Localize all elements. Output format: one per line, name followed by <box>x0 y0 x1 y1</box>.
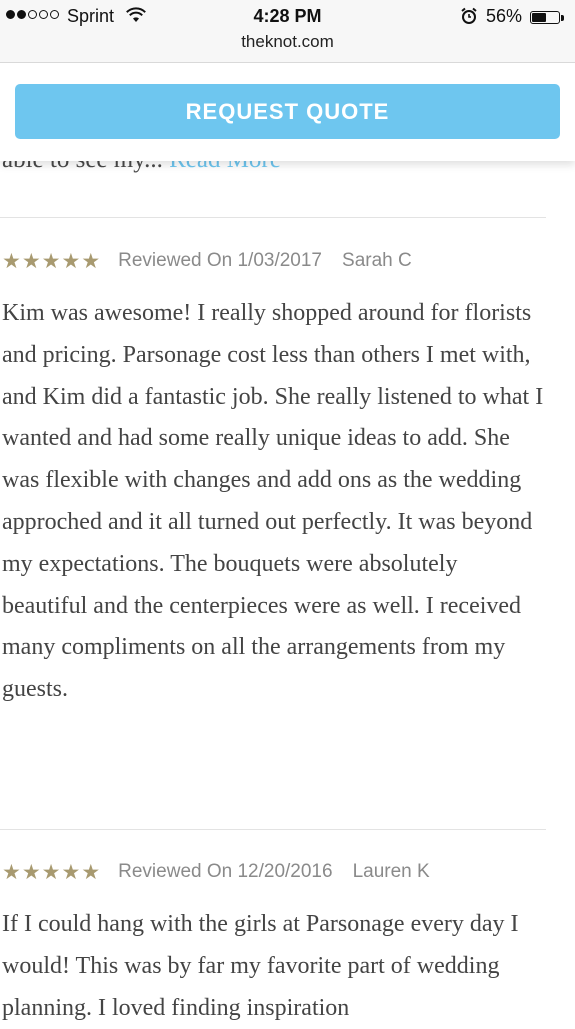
request-quote-button[interactable]: REQUEST QUOTE <box>15 84 560 139</box>
star-rating: ★ ★ ★ ★ ★ <box>2 860 100 885</box>
star-icon: ★ <box>21 249 41 273</box>
star-icon: ★ <box>41 860 61 884</box>
review-author: Sarah C <box>342 250 412 271</box>
review-text: If I could hang with the girls at Parson… <box>2 911 519 1021</box>
review-text: Kim was awesome! I really shopped around… <box>2 300 544 703</box>
sticky-cta-bar: REQUEST QUOTE <box>0 63 575 161</box>
star-icon: ★ <box>61 249 81 273</box>
star-rating: ★ ★ ★ ★ ★ <box>2 249 100 274</box>
star-icon: ★ <box>21 860 41 884</box>
review-date: Reviewed On 1/03/2017 <box>118 250 323 271</box>
alarm-icon <box>460 7 478 30</box>
battery-icon <box>530 11 560 24</box>
address-bar-url[interactable]: theknot.com <box>0 32 575 52</box>
review-date: Reviewed On 12/20/2016 <box>118 861 333 882</box>
battery-tip <box>561 15 564 21</box>
review-meta: ★ ★ ★ ★ ★ Reviewed On 1/03/2017 Sarah C <box>2 248 412 274</box>
star-icon: ★ <box>41 249 61 273</box>
star-icon: ★ <box>61 860 81 884</box>
review-meta: ★ ★ ★ ★ ★ Reviewed On 12/20/2016 Lauren K <box>2 859 430 885</box>
review-divider <box>0 217 546 218</box>
star-icon: ★ <box>81 860 101 884</box>
star-icon: ★ <box>2 860 21 884</box>
battery-percent: 56% <box>486 6 523 26</box>
star-icon: ★ <box>2 249 21 273</box>
review-author: Lauren K <box>352 861 430 882</box>
status-bar: Sprint 4:28 PM 56% theknot.com <box>0 0 575 63</box>
review-divider <box>0 829 546 830</box>
star-icon: ★ <box>81 249 101 273</box>
